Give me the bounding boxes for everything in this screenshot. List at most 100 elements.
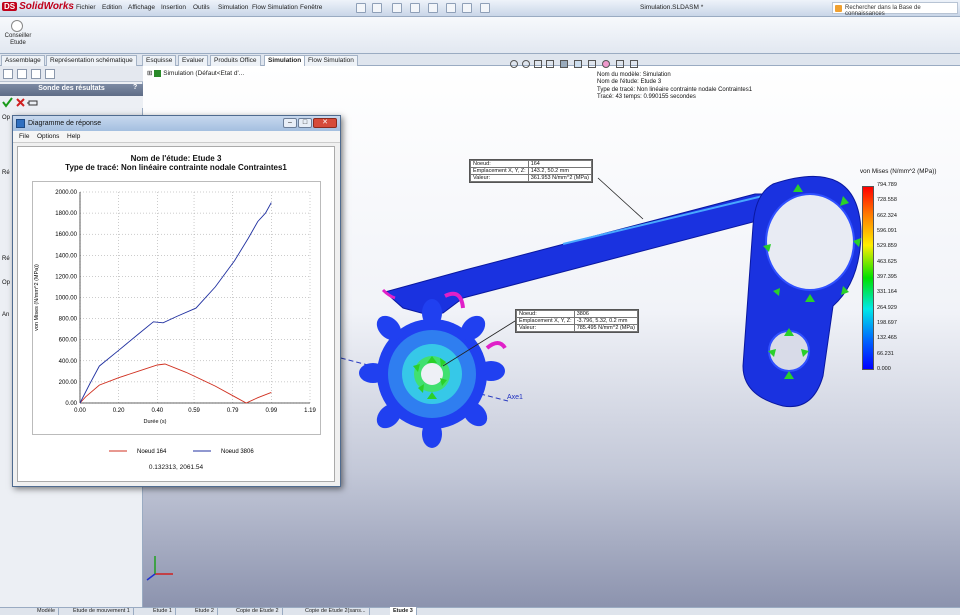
zoom-fit-icon[interactable] (510, 60, 518, 68)
select-icon[interactable] (446, 3, 456, 13)
panel-section-report[interactable]: Ré (2, 256, 10, 262)
options-icon[interactable] (480, 3, 490, 13)
previous-view-icon[interactable] (534, 60, 542, 68)
scene-icon[interactable] (616, 60, 624, 68)
property-manager-icon[interactable] (17, 69, 27, 79)
hide-show-icon[interactable] (588, 60, 596, 68)
menu-insertion[interactable]: Insertion (161, 4, 186, 11)
dialog-menu-help[interactable]: Help (67, 133, 80, 140)
zoom-area-icon[interactable] (522, 60, 530, 68)
series-line-1 (79, 363, 272, 404)
y-tick-label: 1800.00 (55, 211, 77, 217)
minimize-button[interactable]: – (283, 118, 297, 128)
legend-entry: Noeud 3806 (221, 449, 254, 455)
callout-label: Emplacement X, Y, Z: (470, 167, 529, 175)
assembly-icon (154, 69, 162, 77)
legend-title: von Mises (N/mm^2 (MPa)) (860, 168, 937, 175)
tab-esquisse[interactable]: Esquisse (142, 55, 177, 66)
rebuild-icon[interactable] (462, 3, 472, 13)
menu-simulation[interactable]: Simulation (218, 4, 248, 11)
legend-value: 728.558 (877, 197, 897, 204)
print-icon[interactable] (410, 3, 420, 13)
menu-fichier[interactable]: Fichier (76, 4, 96, 11)
y-tick-label: 1000.00 (55, 296, 77, 302)
y-tick-label: 1600.00 (55, 232, 77, 238)
probe-help-button[interactable]: ? (133, 84, 137, 91)
save-icon[interactable] (392, 3, 402, 13)
view-settings-icon[interactable] (630, 60, 638, 68)
dialog-menu-bar (13, 131, 340, 143)
study-tab[interactable]: Etude 2 (192, 607, 218, 615)
section-view-icon[interactable] (546, 60, 554, 68)
tree-root-label[interactable]: Simulation (Défaut<Etat d'... (163, 70, 244, 77)
menu-edition[interactable]: Edition (102, 4, 122, 11)
panel-section-options-2[interactable]: Op (2, 280, 10, 286)
menu-fenetre[interactable]: Fenêtre (300, 4, 322, 11)
study-tab[interactable]: Copie de Etude 2 (233, 607, 283, 615)
callout-value: 143.2, 50.2 mm (527, 167, 592, 175)
tab-flow-simulation[interactable]: Flow Simulation (304, 55, 358, 66)
menu-flow-simulation[interactable]: Flow Simulation (252, 4, 298, 11)
dialog-menu-options[interactable]: Options (37, 133, 59, 140)
document-title: Simulation.SLDASM * (640, 4, 704, 11)
tab-representation-schematique[interactable]: Représentation schématique (46, 55, 137, 66)
maximize-button[interactable]: □ (298, 118, 312, 128)
tree-expand-icon[interactable]: ⊞ (147, 70, 154, 77)
undo-icon[interactable] (428, 3, 438, 13)
plot-type: Type de tracé: Non linéaire contrainte n… (597, 86, 753, 93)
x-axis-label: Durée (s) (144, 419, 167, 425)
study-tab[interactable]: Etude de mouvement 1 (70, 607, 134, 615)
panel-section-results[interactable]: Ré (2, 170, 10, 176)
legend-value: 132.465 (877, 335, 897, 342)
display-manager-icon[interactable] (45, 69, 55, 79)
probe-callout-node-164[interactable]: Noeud: 164 Emplacement X, Y, Z: 143.2, 50.… (469, 159, 593, 183)
new-icon[interactable] (356, 3, 366, 13)
study-tab[interactable]: Modèle (34, 607, 60, 615)
menu-affichage[interactable]: Affichage (128, 4, 155, 11)
legend-value: 331.164 (877, 289, 897, 296)
study-tab[interactable]: Etude 3 (390, 607, 417, 615)
cancel-x-icon[interactable] (16, 98, 25, 107)
knowledge-base-search-input[interactable]: Rechercher dans la Base de connaissances (832, 2, 958, 17)
solidworks-logo[interactable]: DS SolidWorks (2, 1, 74, 12)
view-orientation-icon[interactable] (560, 60, 568, 68)
y-tick-label: 600.00 (59, 338, 78, 344)
probe-panel-title: Sonde des résultats (0, 84, 143, 96)
study-advisor-button[interactable]: Conseiller Etude (3, 33, 33, 47)
study-advisor-icon[interactable] (11, 20, 23, 32)
pin-icon[interactable] (27, 100, 38, 106)
y-tick-label: 400.00 (59, 359, 78, 365)
legend-value: 794.789 (877, 182, 897, 188)
callout-label: Noeud: (470, 160, 529, 168)
display-style-icon[interactable] (574, 60, 582, 68)
probe-callout-node-3806[interactable]: Noeud: 3806 Emplacement X, Y, Z: -3.796, 5… (515, 309, 639, 333)
series-line-2 (79, 202, 272, 404)
open-icon[interactable] (372, 3, 382, 13)
menu-outils[interactable]: Outils (193, 4, 210, 11)
panel-section-annotations[interactable]: An (2, 312, 9, 318)
tab-produits-office[interactable]: Produits Office (210, 55, 261, 66)
tab-assemblage[interactable]: Assemblage (1, 55, 45, 66)
legend-value: 397.395 (877, 274, 897, 280)
response-chart[interactable]: 0.00 0.20 0.40 0.59 0.79 0.99 1.19 0.00 200.00 40… (17, 146, 335, 476)
dialog-title: Diagramme de réponse (28, 120, 102, 127)
y-tick-label: 1400.00 (55, 253, 77, 259)
close-button[interactable]: ✕ (313, 118, 337, 128)
study-tab[interactable]: Copie de Etude 2(sans... (302, 607, 370, 615)
view-triad[interactable] (146, 556, 173, 581)
callout-value: 3806 (573, 310, 638, 318)
feature-tree-icon[interactable] (3, 69, 13, 79)
tab-evaluer[interactable]: Evaluer (178, 55, 209, 66)
tab-simulation[interactable]: Simulation (264, 55, 306, 66)
ds-logo-icon: DS (2, 2, 18, 11)
feature-tree: ⊞ Simulation (Défaut<Etat d'... (147, 69, 244, 77)
probe-actions (0, 96, 143, 108)
study-tab[interactable]: Etude 1 (150, 607, 176, 615)
panel-section-options[interactable]: Op (2, 115, 10, 121)
appearance-icon[interactable] (602, 60, 610, 68)
x-tick-label: 0.00 (74, 408, 86, 414)
configuration-icon[interactable] (31, 69, 41, 79)
dialog-menu-file[interactable]: File (19, 133, 29, 140)
ok-check-icon[interactable] (2, 97, 13, 108)
y-axis-label: von Mises (N/mm^2 (MPa)) (34, 264, 40, 331)
